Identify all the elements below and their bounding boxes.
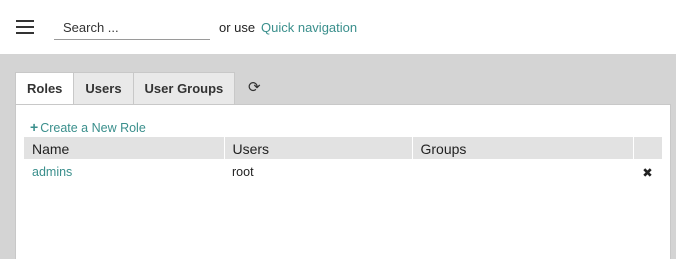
- refresh-icon[interactable]: ⟳: [236, 72, 272, 104]
- table-header-row: Name Users Groups: [24, 137, 662, 159]
- tab-bar: Roles Users User Groups ⟳: [15, 72, 272, 105]
- create-role-label: Create a New Role: [40, 121, 146, 135]
- menu-icon[interactable]: [16, 19, 34, 35]
- role-users-cell: root: [232, 165, 254, 179]
- roles-panel: + Create a New Role Name Users Groups adm…: [15, 104, 671, 259]
- top-bar: or use Quick navigation: [0, 0, 676, 54]
- column-header-name[interactable]: Name: [24, 137, 225, 159]
- main-content: Roles Users User Groups ⟳ + Create a New …: [0, 54, 676, 259]
- tab-users[interactable]: Users: [73, 72, 134, 104]
- column-header-groups[interactable]: Groups: [412, 137, 634, 159]
- create-role-link[interactable]: + Create a New Role: [30, 119, 146, 135]
- role-groups-cell: [412, 159, 633, 183]
- column-header-actions: [633, 137, 662, 159]
- plus-icon: +: [30, 119, 39, 135]
- or-use-label: or use: [219, 20, 256, 35]
- search-input[interactable]: [54, 15, 210, 40]
- quick-navigation-link[interactable]: Quick navigation: [261, 20, 357, 35]
- column-header-users[interactable]: Users: [224, 137, 413, 159]
- role-name-link[interactable]: admins: [24, 159, 224, 183]
- tab-roles[interactable]: Roles: [15, 72, 75, 105]
- table-row: admins root ✖: [24, 159, 662, 183]
- tab-user-groups[interactable]: User Groups: [132, 72, 236, 104]
- roles-table: Name Users Groups admins root ✖: [24, 137, 662, 183]
- delete-icon[interactable]: ✖: [633, 159, 662, 183]
